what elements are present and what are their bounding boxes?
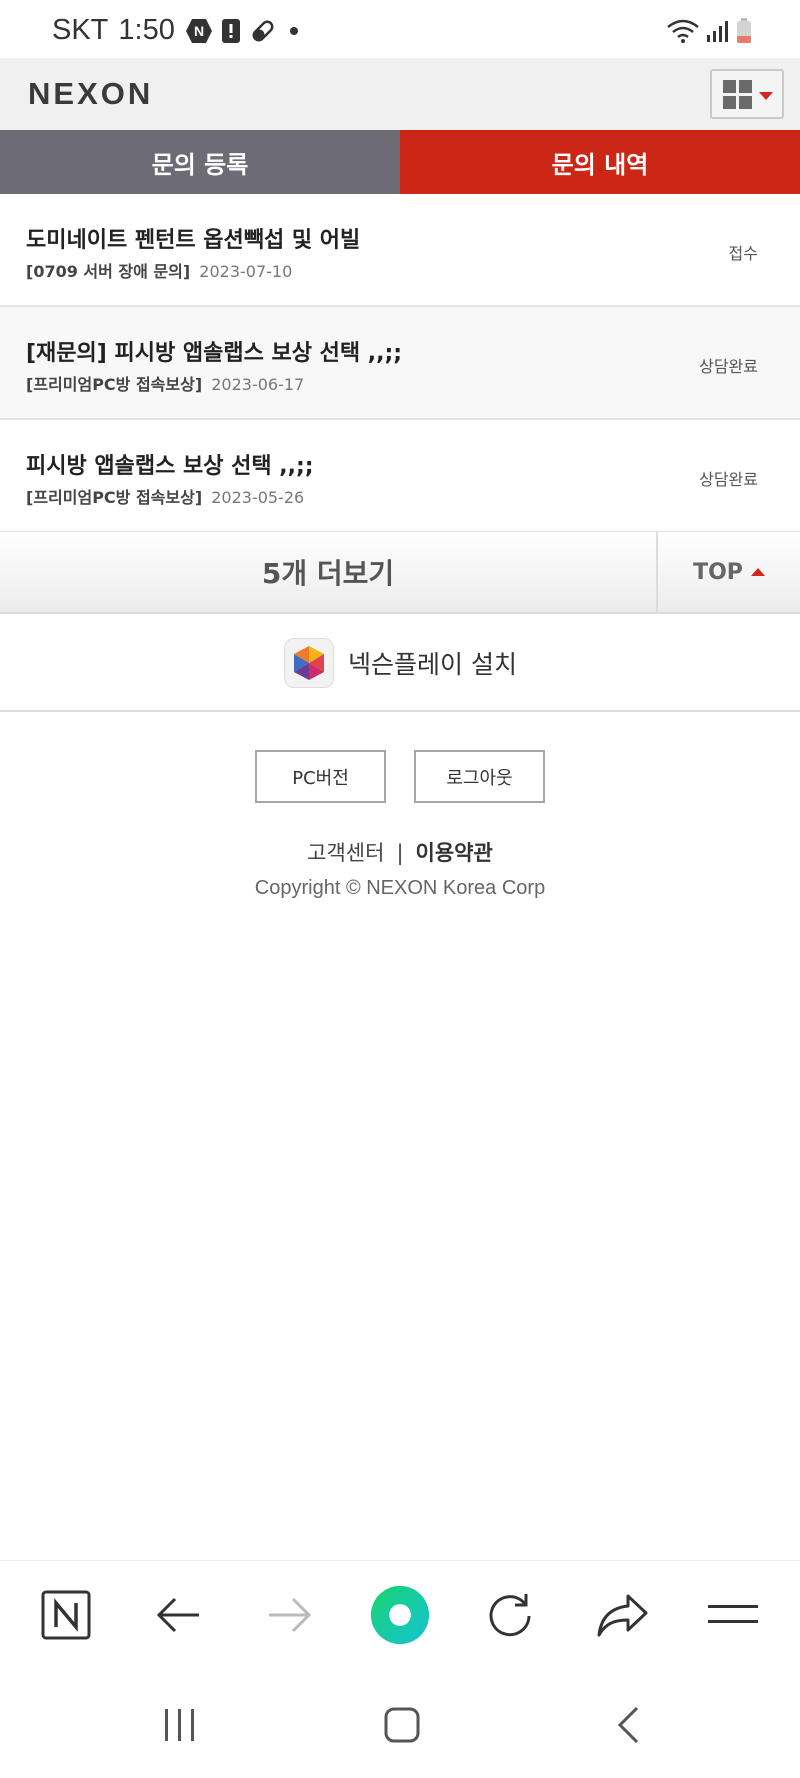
inquiry-title: [재문의] 피시방 앱솔랩스 보상 선택 ,,;; (26, 341, 403, 366)
green-dot-icon (370, 1585, 430, 1645)
inquiry-title: 피시방 앱솔랩스 보상 선택 ,,;; (26, 454, 314, 479)
home-icon (384, 1707, 420, 1743)
scroll-top-button[interactable]: TOP (658, 532, 800, 612)
inquiry-date: 2023-07-10 (199, 262, 293, 281)
system-status-icons (660, 18, 752, 44)
nexon-play-icon (284, 638, 334, 688)
home-button[interactable] (372, 1700, 432, 1750)
top-label: TOP (693, 559, 743, 585)
menu-button[interactable] (703, 1585, 763, 1645)
notification-icons: N (185, 17, 311, 45)
load-more-button[interactable]: 5개 더보기 (0, 532, 656, 612)
share-icon (597, 1594, 648, 1637)
battery-icon (737, 18, 751, 43)
inquiry-date: 2023-06-17 (211, 375, 305, 394)
refresh-icon (489, 1594, 531, 1637)
recent-apps-button[interactable] (150, 1700, 210, 1750)
naver-home-button[interactable] (36, 1585, 96, 1645)
menu-icon (708, 1605, 758, 1623)
status-left: SKT 1:50 N (52, 14, 311, 47)
tab-inquiry-register[interactable]: 문의 등록 (0, 130, 400, 194)
browser-toolbar (0, 1560, 800, 1670)
inquiry-category: [0709 서버 장애 문의] (26, 262, 191, 281)
inquiry-status: 상담완료 (699, 357, 758, 376)
back-icon (617, 1706, 639, 1744)
grid-menu-icon (723, 80, 753, 110)
android-nav-bar (0, 1670, 800, 1778)
signal-icon (707, 21, 728, 42)
inquiry-tabs: 문의 등록 문의 내역 (0, 130, 800, 194)
inquiry-item[interactable]: [재문의] 피시방 앱솔랩스 보상 선택 ,,;; [프리미엄PC방 접속보상]… (0, 307, 800, 420)
install-inner: 넥슨플레이 설치 (284, 638, 517, 688)
share-button[interactable] (592, 1585, 652, 1645)
inquiry-category: [프리미엄PC방 접속보상] (26, 375, 203, 394)
nexon-logo[interactable]: NEXON (28, 76, 153, 112)
inquiry-status: 상담완료 (699, 470, 758, 489)
pill-icon (252, 20, 274, 41)
logout-button[interactable]: 로그아웃 (414, 750, 545, 803)
tab-inquiry-history[interactable]: 문의 내역 (400, 130, 800, 194)
forward-arrow-icon (269, 1597, 312, 1633)
arrow-up-icon (750, 568, 765, 576)
back-arrow-icon (156, 1597, 199, 1633)
copyright: Copyright © NEXON Korea Corp (254, 877, 546, 899)
inquiry-date: 2023-05-26 (211, 488, 305, 507)
inquiry-list: 도미네이트 펜턴트 옵션빽섭 및 어빌 [0709 서버 장애 문의] 2023… (0, 194, 800, 533)
svg-text:N: N (194, 23, 204, 39)
inquiry-title: 도미네이트 펜턴트 옵션빽섭 및 어빌 (26, 228, 361, 253)
terms-link[interactable]: 이용약관 (416, 841, 493, 865)
dropdown-caret-icon (759, 92, 773, 100)
inquiry-meta: [프리미엄PC방 접속보상] 2023-06-17 (26, 371, 304, 395)
footer-buttons: PC버전 로그아웃 (255, 750, 545, 803)
install-label: 넥슨플레이 설치 (348, 650, 517, 679)
carrier-label: SKT (52, 14, 109, 46)
inquiry-meta: [0709 서버 장애 문의] 2023-07-10 (26, 258, 292, 282)
pc-version-button[interactable]: PC버전 (255, 750, 386, 803)
customer-center-link[interactable]: 고객센터 (307, 841, 384, 865)
refresh-button[interactable] (480, 1585, 540, 1645)
inquiry-meta: [프리미엄PC방 접속보상] 2023-05-26 (26, 484, 304, 508)
status-bar: SKT 1:50 N (0, 0, 800, 58)
system-back-button[interactable] (598, 1700, 658, 1750)
footer-links: 고객센터 | 이용약관 (0, 837, 800, 867)
grid-menu-button[interactable] (710, 69, 784, 119)
header: NEXON (0, 58, 800, 130)
back-button[interactable] (148, 1585, 208, 1645)
wifi-icon (667, 19, 699, 43)
alert-icon (221, 18, 240, 43)
green-dot-button[interactable] (370, 1585, 430, 1645)
clock: 1:50 (118, 14, 175, 46)
naver-n-icon (41, 1590, 91, 1640)
naver-n-icon: N (185, 18, 212, 43)
forward-button[interactable] (260, 1585, 320, 1645)
inquiry-item[interactable]: 피시방 앱솔랩스 보상 선택 ,,;; [프리미엄PC방 접속보상] 2023-… (0, 420, 800, 533)
inquiry-category: [프리미엄PC방 접속보상] (26, 488, 203, 507)
dot-icon (289, 26, 298, 35)
install-banner[interactable]: 넥슨플레이 설치 (0, 614, 800, 712)
inquiry-item[interactable]: 도미네이트 펜턴트 옵션빽섭 및 어빌 [0709 서버 장애 문의] 2023… (0, 194, 800, 307)
recent-apps-icon (165, 1709, 194, 1741)
footer-separator: | (396, 841, 404, 865)
inquiry-status: 접수 (728, 244, 758, 263)
more-bar: 5개 더보기 TOP (0, 532, 800, 614)
